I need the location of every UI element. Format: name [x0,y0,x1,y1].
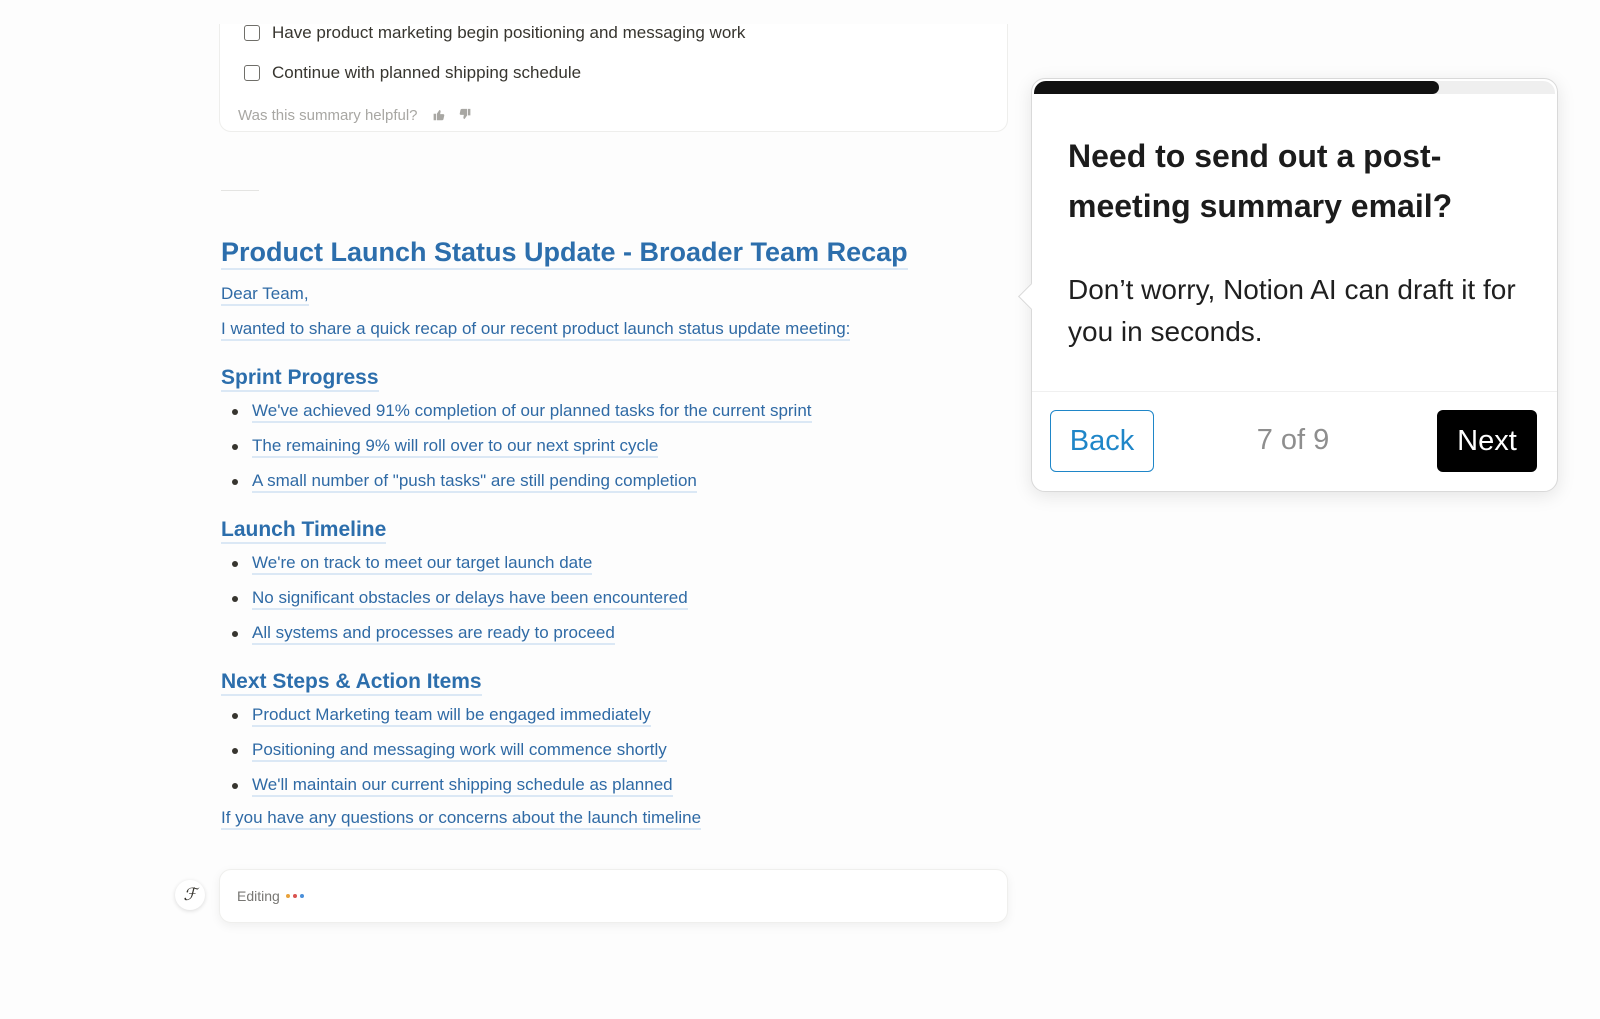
ai-summary-card: Have product marketing begin positioning… [219,24,1008,132]
todo-item: Have product marketing begin positioning… [244,24,745,43]
editing-status: Editing [237,888,280,904]
list-item: All systems and processes are ready to p… [221,620,1001,646]
checkbox[interactable] [244,65,260,81]
tour-body: Don’t worry, Notion AI can draft it for … [1068,274,1516,347]
todo-label: Have product marketing begin positioning… [272,24,746,42]
summary-feedback: Was this summary helpful? [238,107,472,124]
section-sprint-progress: Sprint Progress We've achieved 91% compl… [221,362,1001,494]
section-heading: Next Steps & Action Items [221,666,1001,698]
ai-editing-bar[interactable]: Editing [219,869,1008,923]
loading-dots-icon [286,894,304,898]
list-item: A small number of "push tasks" are still… [221,468,1001,494]
closing-paragraph: If you have any questions or concerns ab… [221,805,1001,831]
tour-progress-fill [1034,81,1440,94]
divider [221,190,259,191]
thumbs-down-icon[interactable] [459,108,472,123]
intro-paragraph: I wanted to share a quick recap of our r… [221,316,1001,342]
list-item: Product Marketing team will be engaged i… [221,702,1001,728]
list-item: Positioning and messaging work will comm… [221,737,1001,763]
section-launch-timeline: Launch Timeline We're on track to meet o… [221,514,1001,646]
back-button[interactable]: Back [1050,410,1154,472]
section-next-steps: Next Steps & Action Items Product Market… [221,666,1001,798]
todo-item: Continue with planned shipping schedule [244,63,581,83]
step-counter: 7 of 9 [1256,424,1330,456]
loading-dot [293,894,297,898]
list-item: The remaining 9% will roll over to our n… [221,433,1001,459]
tour-title: Need to send out a post-meeting summary … [1068,138,1453,224]
list-item: We're on track to meet our target launch… [221,550,1001,576]
checkbox[interactable] [244,25,260,41]
tour-progress-bar [1034,81,1555,94]
feedback-prompt: Was this summary helpful? [238,107,418,124]
list-item: No significant obstacles or delays have … [221,585,1001,611]
section-heading: Sprint Progress [221,362,1001,394]
tour-footer-divider [1032,391,1557,392]
document-title: Product Launch Status Update - Broader T… [221,232,1001,272]
todo-label: Continue with planned shipping schedule [272,63,582,82]
ai-draft-document[interactable]: Product Launch Status Update - Broader T… [221,232,1001,831]
list-item: We've achieved 91% completion of our pla… [221,398,1001,424]
thumbs-up-icon[interactable] [432,108,445,123]
loading-dot [286,894,290,898]
next-button[interactable]: Next [1437,410,1537,472]
list-item: We'll maintain our current shipping sche… [221,772,1001,798]
loading-dot [300,894,304,898]
greeting: Dear Team, [221,281,1001,307]
notion-ai-face-icon: ℱ [175,880,205,910]
popover-caret [1018,283,1045,310]
section-heading: Launch Timeline [221,514,1001,546]
